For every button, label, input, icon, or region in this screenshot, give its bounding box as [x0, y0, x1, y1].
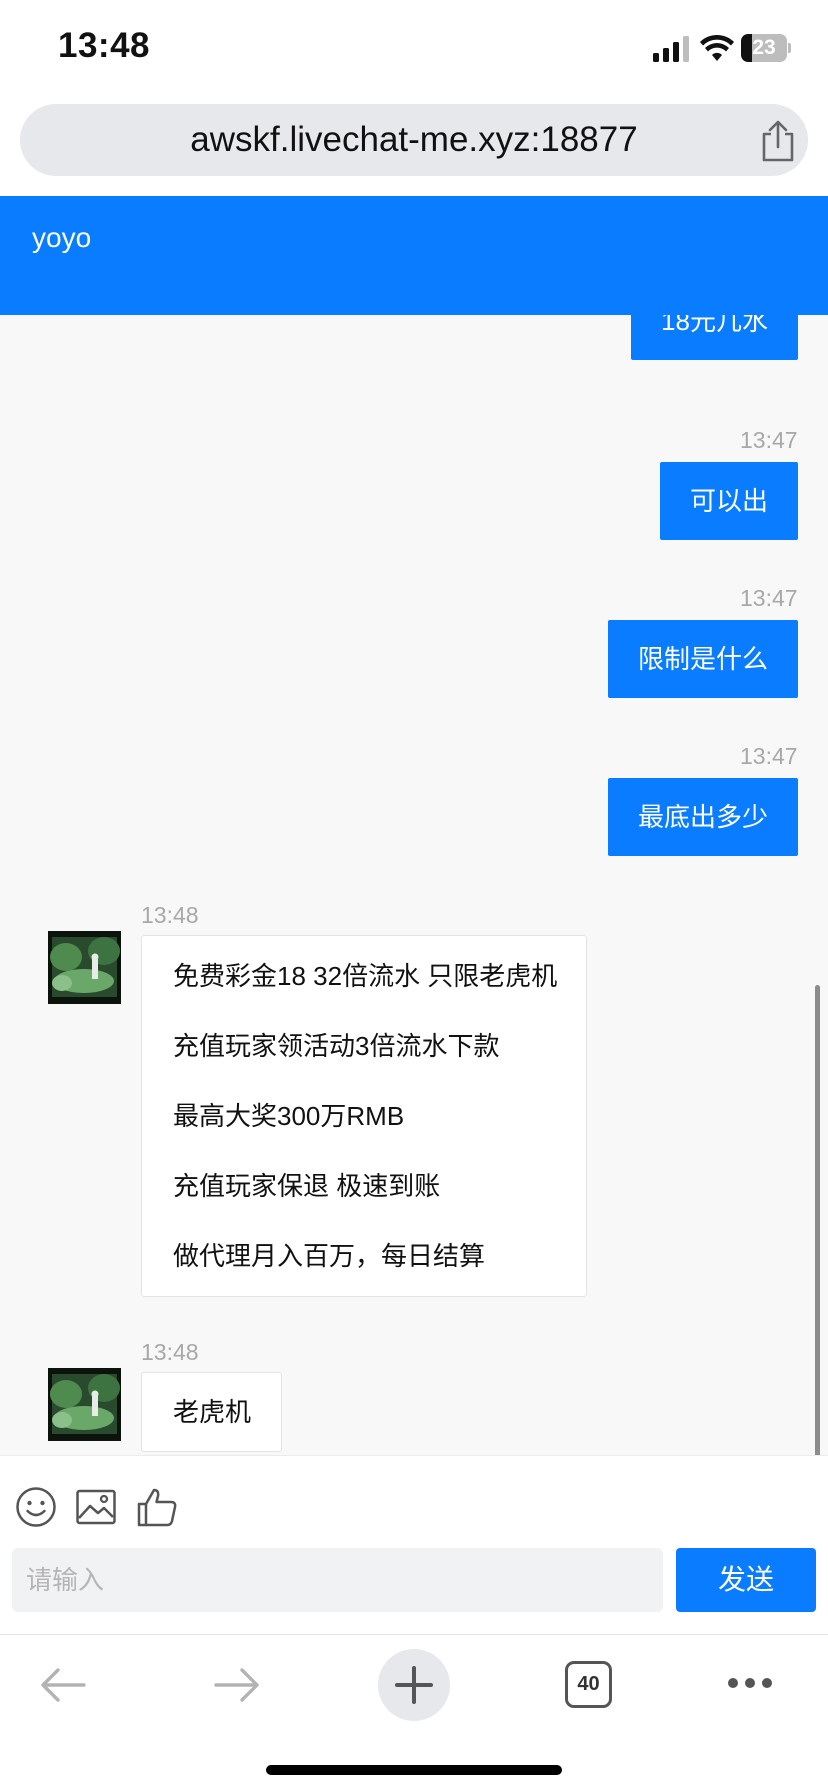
message-line: 免费彩金18 32倍流水 只限老虎机 — [173, 961, 558, 991]
message-list[interactable]: 18元几水 13:47 可以出 13:47 限制是什么 13:47 最底出多少 … — [0, 315, 828, 1455]
url-text[interactable]: awskf.livechat-me.xyz:18877 — [20, 104, 808, 176]
tabs-icon[interactable]: 40 — [565, 1661, 612, 1708]
avatar[interactable] — [48, 1368, 121, 1441]
outgoing-message: 限制是什么 — [608, 620, 798, 698]
outgoing-message: 18元几水 — [631, 315, 798, 360]
message-text: 最底出多少 — [637, 802, 768, 832]
browser-top-bar: awskf.livechat-me.xyz:18877 — [0, 100, 828, 196]
message-time: 13:48 — [141, 902, 199, 928]
home-indicator[interactable] — [266, 1765, 562, 1775]
signal-icon — [653, 36, 689, 62]
message-line: 充值玩家保退 极速到账 — [173, 1171, 441, 1201]
outgoing-message: 最底出多少 — [608, 778, 798, 856]
message-time: 13:48 — [141, 1339, 199, 1365]
wifi-icon — [700, 34, 734, 61]
more-icon[interactable] — [726, 1675, 774, 1691]
composer: 发送 — [0, 1455, 828, 1634]
send-button[interactable]: 发送 — [676, 1548, 816, 1612]
outgoing-message: 可以出 — [660, 462, 798, 540]
battery-level: 23 — [752, 36, 776, 59]
battery-icon: 23 — [741, 34, 791, 62]
scrollbar-thumb[interactable] — [815, 985, 820, 1455]
forward-arrow-icon[interactable] — [214, 1667, 260, 1703]
incoming-message: 老虎机 — [141, 1372, 282, 1452]
message-time: 13:47 — [740, 585, 798, 611]
message-time: 13:47 — [740, 743, 798, 769]
message-text: 18元几水 — [661, 315, 768, 336]
message-input[interactable] — [12, 1548, 663, 1612]
url-bar[interactable]: awskf.livechat-me.xyz:18877 — [20, 104, 808, 176]
share-icon[interactable] — [758, 120, 798, 162]
avatar-image — [48, 1368, 121, 1441]
back-arrow-icon[interactable] — [40, 1667, 86, 1703]
tab-count: 40 — [577, 1673, 600, 1695]
message-text: 限制是什么 — [637, 644, 768, 674]
image-icon[interactable] — [75, 1486, 117, 1528]
message-time: 13:47 — [740, 427, 798, 453]
status-bar: 13:48 23 — [0, 0, 828, 100]
message-line: 做代理月入百万，每日结算 — [173, 1241, 486, 1271]
emoji-icon[interactable] — [15, 1486, 57, 1528]
avatar-image — [48, 931, 121, 1004]
avatar[interactable] — [48, 931, 121, 1004]
chat-title: yoyo — [32, 222, 92, 253]
chat-header: yoyo — [0, 196, 828, 315]
message-line: 最高大奖300万RMB — [173, 1101, 405, 1131]
message-line: 充值玩家领活动3倍流水下款 — [173, 1031, 500, 1061]
plus-icon — [395, 1666, 433, 1704]
message-line: 老虎机 — [173, 1397, 252, 1427]
message-text: 可以出 — [689, 486, 768, 516]
incoming-message: 免费彩金18 32倍流水 只限老虎机 充值玩家领活动3倍流水下款 最高大奖300… — [141, 935, 587, 1297]
thumbs-up-icon[interactable] — [136, 1486, 178, 1528]
browser-toolbar: 40 — [0, 1634, 828, 1792]
new-tab-button[interactable] — [378, 1649, 450, 1721]
status-time: 13:48 — [58, 26, 151, 65]
